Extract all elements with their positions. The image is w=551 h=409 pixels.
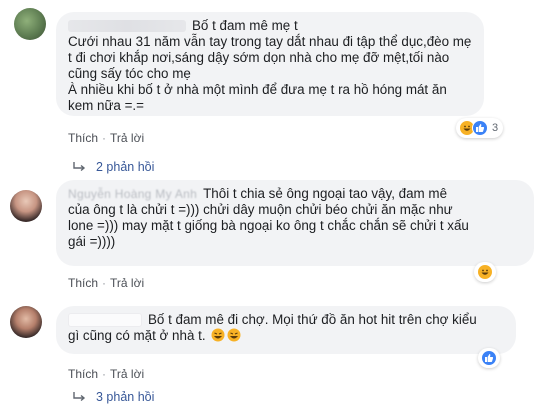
comment-text-line: kem nữa =.=	[68, 98, 144, 113]
rofl-emoji-icon	[211, 328, 225, 342]
replies-count-label[interactable]: 3 phản hồi	[96, 390, 154, 404]
replies-count-label[interactable]: 2 phản hồi	[96, 160, 154, 174]
reaction-summary[interactable]: 3	[456, 118, 504, 138]
reply-link[interactable]: Trả lời	[110, 276, 144, 290]
comment-text-line: t đi chơi khắp nơi,sáng dậy sớm dọn nhà …	[68, 50, 450, 65]
author-name-redacted[interactable]	[68, 20, 186, 33]
haha-icon	[477, 264, 493, 280]
comment-bubble: Bố t đam mê đi chợ. Mọi thứ đồ ăn hot hi…	[56, 306, 516, 354]
reaction-count: 3	[492, 122, 499, 134]
comment-text-line: Thôi t chia sẻ ông ngoại tao vậy, đam mê	[203, 186, 448, 201]
comment-text-line: À nhiều khi bố t ở nhà một mình để đưa m…	[68, 82, 447, 97]
author-name[interactable]: Bố t đam mê mẹ t	[192, 18, 298, 33]
like-link[interactable]: Thích	[68, 131, 98, 145]
comment-bubble: Nguyễn Hoàng My Anh Thôi t chia sẻ ông ng…	[56, 180, 534, 266]
comment-text-line: của ông t là chửi t =))) chửi dây muộn c…	[68, 202, 453, 217]
comment-actions: Thích · Trả lời	[68, 276, 145, 290]
like-icon	[472, 120, 488, 136]
comment-bubble: Bố t đam mê mẹ t Cưới nhau 31 năm vẫn ta…	[56, 12, 484, 116]
avatar[interactable]	[10, 190, 42, 222]
like-link[interactable]: Thích	[68, 367, 98, 381]
author-name-redacted[interactable]	[68, 313, 142, 328]
comment-text-line: gái =))))	[68, 234, 116, 249]
rofl-emoji-icon	[227, 328, 241, 342]
view-replies-link[interactable]: 3 phản hồi	[72, 390, 154, 404]
reply-arrow-icon	[73, 162, 86, 172]
comment-text-line: Bố t đam mê đi chợ. Mọi thứ đồ ăn hot hi…	[148, 312, 477, 327]
reaction-summary[interactable]	[478, 348, 500, 368]
reply-arrow-icon	[73, 392, 86, 402]
like-link[interactable]: Thích	[68, 276, 98, 290]
comment-text-line: lone =))) may mặt t giống bà ngoại ko ôn…	[68, 218, 469, 233]
comment-text-line: Cưới nhau 31 năm vẫn tay trong tay dắt n…	[68, 34, 472, 49]
avatar[interactable]	[10, 306, 42, 338]
reply-link[interactable]: Trả lời	[110, 367, 144, 381]
avatar[interactable]	[14, 8, 46, 40]
view-replies-link[interactable]: 2 phản hồi	[72, 160, 154, 174]
author-name-redacted[interactable]: Nguyễn Hoàng My Anh	[68, 186, 197, 202]
comment-actions: Thích · Trả lời	[68, 131, 145, 145]
comment-actions: Thích · Trả lời	[68, 367, 145, 381]
comment-text-line: gì cũng có mặt ở nhà t.	[68, 328, 206, 343]
reaction-summary[interactable]	[474, 262, 496, 282]
like-icon	[481, 350, 497, 366]
reply-link[interactable]: Trả lời	[110, 131, 144, 145]
comment-text-line: cũng sấy tóc cho mẹ	[68, 66, 191, 81]
